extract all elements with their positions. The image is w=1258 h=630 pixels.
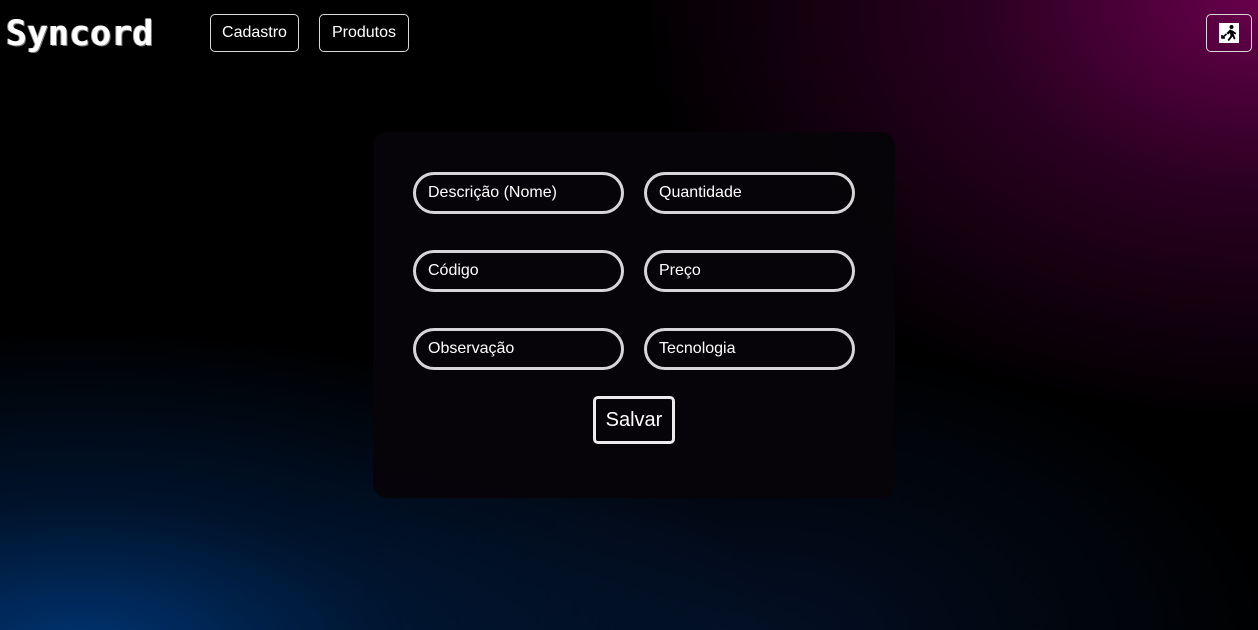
app-logo[interactable]: Syncord — [6, 12, 154, 56]
codigo-input[interactable] — [413, 250, 624, 292]
observacao-input[interactable] — [413, 328, 624, 370]
nav-cadastro-button[interactable]: Cadastro — [210, 14, 299, 52]
descricao-input[interactable] — [413, 172, 624, 214]
tecnologia-input[interactable] — [644, 328, 855, 370]
nav-produtos-button[interactable]: Produtos — [319, 14, 409, 52]
preco-input[interactable] — [644, 250, 855, 292]
exit-door-icon — [1217, 21, 1241, 45]
save-button[interactable]: Salvar — [593, 396, 675, 444]
logout-button[interactable] — [1206, 14, 1252, 52]
product-form-panel: Salvar — [373, 132, 895, 498]
quantidade-input[interactable] — [644, 172, 855, 214]
